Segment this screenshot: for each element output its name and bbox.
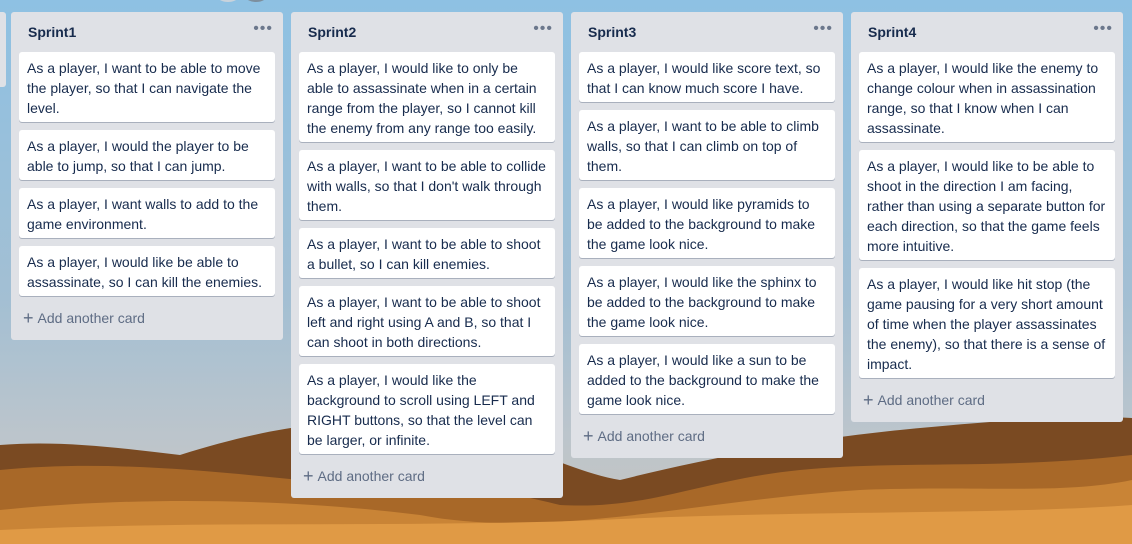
more-options-icon[interactable]: •••: [253, 21, 273, 40]
list-header: Sprint2 •••: [299, 12, 555, 52]
card[interactable]: As a player, I want to be able to shoot …: [299, 228, 555, 278]
add-card-label: Add another card: [37, 310, 145, 326]
list-title[interactable]: Sprint3: [588, 24, 636, 40]
card[interactable]: As a player, I want walls to add to the …: [19, 188, 275, 238]
card[interactable]: As a player, I want to be able to move t…: [19, 52, 275, 122]
avatar[interactable]: [246, 0, 266, 2]
card[interactable]: As a player, I want to be able to collid…: [299, 150, 555, 220]
more-options-icon[interactable]: •••: [1093, 21, 1113, 40]
add-card-label: Add another card: [877, 392, 985, 408]
add-card-label: Add another card: [317, 468, 425, 484]
more-options-icon[interactable]: •••: [813, 21, 833, 40]
list-title[interactable]: Sprint2: [308, 24, 356, 40]
add-card-button[interactable]: + Add another card: [579, 422, 835, 450]
avatar[interactable]: [218, 0, 238, 2]
add-card-label: Add another card: [597, 428, 705, 444]
partial-list: [0, 12, 6, 87]
card[interactable]: As a player, I would like the background…: [299, 364, 555, 454]
list-sprint1: Sprint1 ••• As a player, I want to be able…: [11, 12, 283, 340]
list-title[interactable]: Sprint4: [868, 24, 916, 40]
card[interactable]: As a player, I would like the sphinx to …: [579, 266, 835, 336]
card[interactable]: As a player, I would like a sun to be ad…: [579, 344, 835, 414]
list-title[interactable]: Sprint1: [28, 24, 76, 40]
list-sprint2: Sprint2 ••• As a player, I would like to o…: [291, 12, 563, 498]
more-options-icon[interactable]: •••: [533, 21, 553, 40]
card[interactable]: As a player, I want to be able to climb …: [579, 110, 835, 180]
card[interactable]: As a player, I would like hit stop (the …: [859, 268, 1115, 378]
add-card-button[interactable]: + Add another card: [859, 386, 1115, 414]
list-sprint3: Sprint3 ••• As a player, I would like scor…: [571, 12, 843, 458]
card[interactable]: As a player, I would the player to be ab…: [19, 130, 275, 180]
plus-icon: +: [23, 308, 34, 328]
add-card-button[interactable]: + Add another card: [19, 304, 275, 332]
plus-icon: +: [863, 390, 874, 410]
plus-icon: +: [583, 426, 594, 446]
list-header: Sprint1 •••: [19, 12, 275, 52]
card[interactable]: As a player, I would like to be able to …: [859, 150, 1115, 260]
card[interactable]: As a player, I would like score text, so…: [579, 52, 835, 102]
list-header: Sprint3 •••: [579, 12, 835, 52]
card[interactable]: As a player, I would like to only be abl…: [299, 52, 555, 142]
plus-icon: +: [303, 466, 314, 486]
card[interactable]: As a player, I would like be able to ass…: [19, 246, 275, 296]
add-card-button[interactable]: + Add another card: [299, 462, 555, 490]
card[interactable]: As a player, I want to be able to shoot …: [299, 286, 555, 356]
list-header: Sprint4 •••: [859, 12, 1115, 52]
card[interactable]: As a player, I would like pyramids to be…: [579, 188, 835, 258]
list-sprint4: Sprint4 ••• As a player, I would like the …: [851, 12, 1123, 422]
card[interactable]: As a player, I would like the enemy to c…: [859, 52, 1115, 142]
